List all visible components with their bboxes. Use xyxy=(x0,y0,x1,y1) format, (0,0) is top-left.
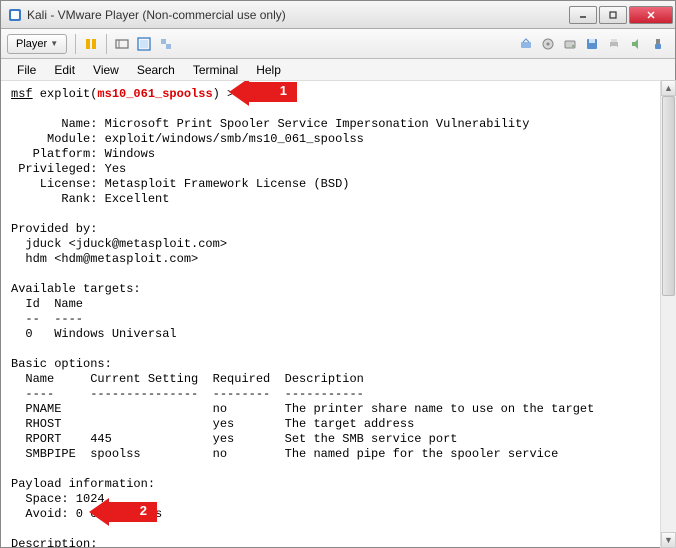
menu-view[interactable]: View xyxy=(85,61,127,79)
prompt-exploit-open: exploit( xyxy=(33,87,98,101)
prompt-msf: msf xyxy=(11,87,33,101)
power-on-icon[interactable] xyxy=(83,36,99,52)
toolbar-separator xyxy=(75,34,76,54)
option-row-rhost: RHOST yes The target address xyxy=(11,417,414,431)
info-license-value: Metasploit Framework License (BSD) xyxy=(105,177,350,191)
cd-drive-icon[interactable] xyxy=(540,36,556,52)
maximize-button[interactable] xyxy=(599,6,627,24)
send-ctrlaltdel-icon[interactable] xyxy=(114,36,130,52)
info-privileged-value: Yes xyxy=(105,162,127,176)
info-privileged-label: Privileged: xyxy=(11,162,105,176)
window-titlebar: Kali - VMware Player (Non-commercial use… xyxy=(1,1,675,29)
target-row: 0 Windows Universal xyxy=(11,327,177,341)
floppy-icon[interactable] xyxy=(584,36,600,52)
option-row-rport: RPORT 445 yes Set the SMB service port xyxy=(11,432,457,446)
window-controls xyxy=(567,6,673,24)
info-platform-label: Platform: xyxy=(11,147,105,161)
author-line: hdm <hdm@metasploit.com> xyxy=(11,252,198,266)
fullscreen-icon[interactable] xyxy=(136,36,152,52)
menu-edit[interactable]: Edit xyxy=(46,61,83,79)
sound-icon[interactable] xyxy=(628,36,644,52)
options-separator: ---- --------------- -------- ----------… xyxy=(11,387,364,401)
info-license-label: License: xyxy=(11,177,105,191)
menu-help[interactable]: Help xyxy=(248,61,289,79)
payload-header: Payload information: xyxy=(11,477,155,491)
option-row-pname: PNAME no The printer share name to use o… xyxy=(11,402,594,416)
hard-disk-icon[interactable] xyxy=(562,36,578,52)
info-platform-value: Windows xyxy=(105,147,155,161)
description-header: Description: xyxy=(11,537,97,547)
toolbar-separator xyxy=(106,34,107,54)
callout-number: 1 xyxy=(280,83,287,98)
targets-separator: -- ---- xyxy=(11,312,83,326)
callout-arrow-1: 1 xyxy=(229,81,297,106)
info-module-value: exploit/windows/smb/ms10_061_spoolss xyxy=(105,132,364,146)
targets-header: Available targets: xyxy=(11,282,141,296)
player-toolbar: Player ▼ xyxy=(1,29,675,59)
options-columns: Name Current Setting Required Descriptio… xyxy=(11,372,364,386)
close-button[interactable] xyxy=(629,6,673,24)
options-header: Basic options: xyxy=(11,357,112,371)
info-rank-label: Rank: xyxy=(11,192,105,206)
option-row-smbpipe: SMBPIPE spoolss no The named pipe for th… xyxy=(11,447,558,461)
usb-icon[interactable] xyxy=(650,36,666,52)
player-menu-button[interactable]: Player ▼ xyxy=(7,34,67,54)
targets-columns: Id Name xyxy=(11,297,83,311)
window-title: Kali - VMware Player (Non-commercial use… xyxy=(27,8,567,22)
unity-icon[interactable] xyxy=(158,36,174,52)
provided-by-header: Provided by: xyxy=(11,222,97,236)
vmware-icon xyxy=(7,7,23,23)
info-name-value: Microsoft Print Spooler Service Imperson… xyxy=(105,117,530,131)
info-rank-value: Excellent xyxy=(105,192,170,206)
scroll-up-button[interactable]: ▲ xyxy=(661,80,676,96)
terminal-menubar: File Edit View Search Terminal Help xyxy=(1,59,675,81)
info-name-label: Name: xyxy=(11,117,105,131)
minimize-button[interactable] xyxy=(569,6,597,24)
menu-file[interactable]: File xyxy=(9,61,44,79)
info-module-label: Module: xyxy=(11,132,105,146)
vertical-scrollbar[interactable]: ▲ ▼ xyxy=(660,80,676,548)
scroll-down-button[interactable]: ▼ xyxy=(661,532,676,548)
terminal-output[interactable]: msf exploit(ms10_061_spoolss) > info Nam… xyxy=(1,81,675,547)
prompt-module: ms10_061_spoolss xyxy=(97,87,212,101)
menu-terminal[interactable]: Terminal xyxy=(185,61,246,79)
printer-icon[interactable] xyxy=(606,36,622,52)
network-adapter-icon[interactable] xyxy=(518,36,534,52)
menu-search[interactable]: Search xyxy=(129,61,183,79)
callout-number: 2 xyxy=(140,503,147,518)
player-menu-label: Player xyxy=(16,38,47,50)
scroll-thumb[interactable] xyxy=(662,96,675,296)
author-line: jduck <jduck@metasploit.com> xyxy=(11,237,227,251)
callout-arrow-2: 2 xyxy=(89,498,157,526)
chevron-down-icon: ▼ xyxy=(50,39,58,48)
